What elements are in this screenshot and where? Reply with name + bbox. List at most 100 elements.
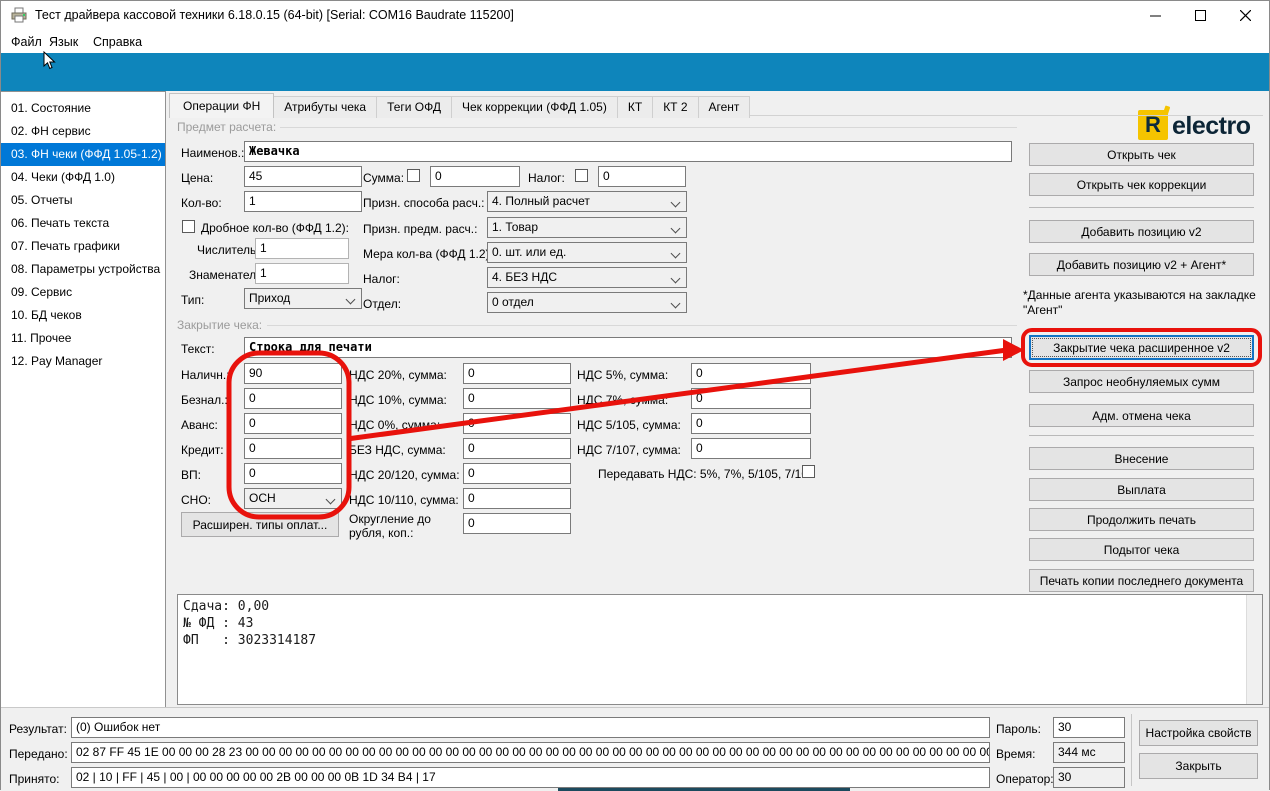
sent-field: 02 87 FF 45 1E 00 00 00 28 23 00 00 00 0… [71, 742, 990, 763]
vat7-field[interactable]: 0 [691, 388, 811, 409]
sidebar-item-11[interactable]: 11. Прочее [1, 327, 165, 350]
sidebar-item-08[interactable]: 08. Параметры устройства [1, 258, 165, 281]
operator-label: Оператор: [996, 772, 1054, 786]
tab-agent[interactable]: Агент [698, 96, 751, 118]
password-field[interactable]: 30 [1053, 717, 1125, 738]
text-field[interactable]: Строка для печати [244, 337, 1012, 358]
measure-combo[interactable]: 0. шт. или ед. [487, 242, 687, 263]
received-label: Принято: [9, 772, 60, 786]
properties-button[interactable]: Настройка свойств [1139, 720, 1258, 746]
extended-payments-button[interactable]: Расширен. типы оплат... [181, 512, 339, 537]
fractional-qty-checkbox[interactable] [182, 220, 195, 233]
sum-field[interactable]: 0 [430, 166, 520, 187]
sidebar-item-01[interactable]: 01. Состояние [1, 97, 165, 120]
maximize-button[interactable] [1178, 1, 1223, 29]
open-receipt-button[interactable]: Открыть чек [1029, 143, 1254, 166]
name-field[interactable]: Жевачка [244, 141, 1012, 162]
tab-strip: Операции ФН Атрибуты чека Теги ОФД Чек к… [169, 93, 749, 118]
rounding-field[interactable]: 0 [463, 513, 571, 534]
vat20-120-field[interactable]: 0 [463, 463, 571, 484]
sidebar-item-02[interactable]: 02. ФН сервис [1, 120, 165, 143]
add-position-v2-agent-button[interactable]: Добавить позицию v2 + Агент* [1029, 253, 1254, 276]
type-combo[interactable]: Приход [244, 288, 362, 309]
measure-label: Мера кол-ва (ФФД 1.2): [363, 247, 493, 261]
cash-field[interactable]: 90 [244, 363, 342, 384]
price-field[interactable]: 45 [244, 166, 362, 187]
adm-cancel-button[interactable]: Адм. отмена чека [1029, 404, 1254, 427]
sno-combo[interactable]: ОСН [244, 488, 342, 509]
sidebar-item-06[interactable]: 06. Печать текста [1, 212, 165, 235]
numerator-field[interactable]: 1 [255, 238, 349, 259]
vat10-110-field[interactable]: 0 [463, 488, 571, 509]
operator-field[interactable]: 30 [1053, 767, 1125, 788]
menu-language[interactable]: Язык [45, 33, 82, 51]
sidebar-item-03-selected[interactable]: 03. ФН чеки (ФФД 1.05-1.2) [1, 143, 165, 166]
sidebar-item-05[interactable]: 05. Отчеты [1, 189, 165, 212]
qty-field[interactable]: 1 [244, 191, 362, 212]
vat20-field[interactable]: 0 [463, 363, 571, 384]
advance-field[interactable]: 0 [244, 413, 342, 434]
sidebar-item-12[interactable]: 12. Pay Manager [1, 350, 165, 373]
vat10-label: НДС 10%, сумма: [349, 393, 447, 407]
vat0-label: НДС 0%, сумма: [349, 418, 440, 432]
chevron-down-icon [671, 274, 681, 284]
sidebar-item-10[interactable]: 10. БД чеков [1, 304, 165, 327]
credit-field[interactable]: 0 [244, 438, 342, 459]
cash-out-button[interactable]: Выплата [1029, 478, 1254, 501]
vat5-105-field[interactable]: 0 [691, 413, 811, 434]
chevron-down-icon [326, 495, 336, 505]
menu-file[interactable]: Файл [7, 33, 46, 51]
tab-correction-receipt[interactable]: Чек коррекции (ФФД 1.05) [451, 96, 618, 118]
tab-receipt-attributes[interactable]: Атрибуты чека [273, 96, 377, 118]
subtotal-button[interactable]: Подытог чека [1029, 538, 1254, 561]
tax-checkbox[interactable] [575, 169, 588, 182]
add-position-v2-button[interactable]: Добавить позицию v2 [1029, 220, 1254, 243]
title-bar: Тест драйвера кассовой техники 6.18.0.15… [1, 1, 1269, 29]
request-sums-button[interactable]: Запрос необнуляемых сумм [1029, 370, 1254, 393]
vp-field[interactable]: 0 [244, 463, 342, 484]
continue-print-button[interactable]: Продолжить печать [1029, 508, 1254, 531]
vat10-field[interactable]: 0 [463, 388, 571, 409]
cash-in-button[interactable]: Внесение [1029, 447, 1254, 470]
subject-attr-combo[interactable]: 1. Товар [487, 217, 687, 238]
sidebar-item-09[interactable]: 09. Сервис [1, 281, 165, 304]
log-text: Сдача: 0,00 № ФД : 43 ФП : 3023314187 [183, 598, 316, 649]
group-closing-label: Закрытие чека: [177, 318, 266, 332]
close-app-button[interactable]: Закрыть [1139, 753, 1258, 779]
close-button[interactable] [1223, 1, 1268, 29]
log-scrollbar[interactable] [1246, 595, 1262, 704]
tax-field[interactable]: 0 [598, 166, 686, 187]
tab-kt[interactable]: КТ [617, 96, 653, 118]
vat5-field[interactable]: 0 [691, 363, 811, 384]
cash-label: Наличн.: [181, 368, 230, 382]
fractional-qty-label: Дробное кол-во (ФФД 1.2): [201, 221, 349, 235]
tab-fn-operations[interactable]: Операции ФН [169, 93, 274, 118]
close-receipt-extended-v2-button[interactable]: Закрытие чека расширенное v2 [1029, 335, 1254, 360]
denominator-field[interactable]: 1 [255, 263, 349, 284]
calc-method-combo[interactable]: 4. Полный расчет [487, 191, 687, 212]
dept-combo[interactable]: 0 отдел [487, 292, 687, 313]
tax2-combo[interactable]: 4. БЕЗ НДС [487, 267, 687, 288]
cashless-field[interactable]: 0 [244, 388, 342, 409]
vp-label: ВП: [181, 468, 201, 482]
vat7-107-label: НДС 7/107, сумма: [577, 443, 681, 457]
vat-transfer-checkbox[interactable] [802, 465, 815, 478]
menu-help[interactable]: Справка [89, 33, 146, 51]
tab-kt2[interactable]: КТ 2 [652, 96, 698, 118]
chevron-down-icon [671, 224, 681, 234]
tab-ofd-tags[interactable]: Теги ОФД [376, 96, 452, 118]
vat0-field[interactable]: 0 [463, 413, 571, 434]
sidebar-item-07[interactable]: 07. Печать графики [1, 235, 165, 258]
vat7-107-field[interactable]: 0 [691, 438, 811, 459]
printer-app-icon [11, 7, 27, 28]
open-correction-button[interactable]: Открыть чек коррекции [1029, 173, 1254, 196]
sent-label: Передано: [9, 747, 68, 761]
sidebar-item-04[interactable]: 04. Чеки (ФФД 1.0) [1, 166, 165, 189]
sum-checkbox[interactable] [407, 169, 420, 182]
minimize-button[interactable] [1133, 1, 1178, 29]
log-output[interactable]: Сдача: 0,00 № ФД : 43 ФП : 3023314187 [177, 594, 1263, 705]
qty-label: Кол-во: [181, 196, 222, 210]
print-copy-button[interactable]: Печать копии последнего документа [1029, 569, 1254, 592]
novat-field[interactable]: 0 [463, 438, 571, 459]
mouse-cursor-icon [43, 51, 56, 75]
